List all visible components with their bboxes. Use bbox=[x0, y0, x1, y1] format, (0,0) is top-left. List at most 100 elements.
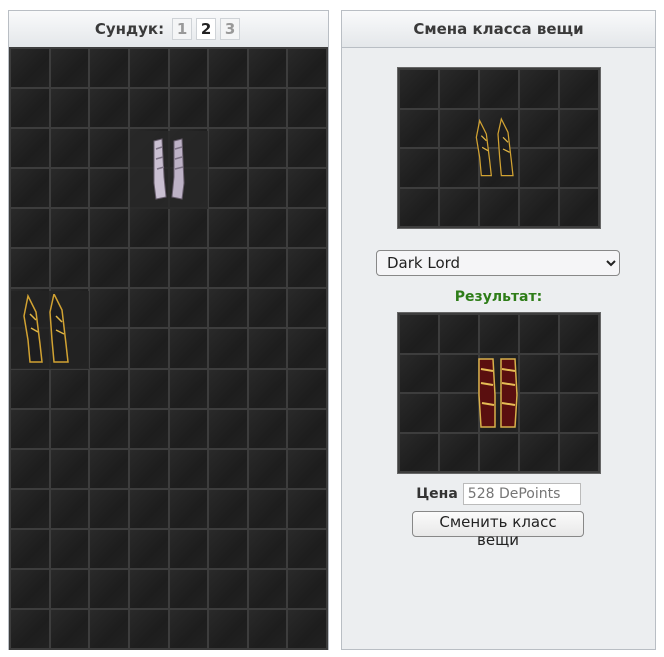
grid-cell bbox=[90, 289, 128, 328]
chest-page-2[interactable]: 2 bbox=[196, 18, 217, 40]
grid-cell bbox=[129, 369, 168, 408]
grid-cell bbox=[90, 169, 128, 208]
grid-cell bbox=[129, 569, 168, 608]
grid-cell bbox=[50, 569, 89, 608]
grid-cell bbox=[50, 249, 89, 288]
grid-cell bbox=[400, 149, 438, 187]
grid-cell bbox=[209, 489, 247, 528]
grid-cell bbox=[169, 409, 208, 448]
class-change-title: Смена класса вещи bbox=[342, 11, 655, 48]
grid-cell bbox=[90, 569, 128, 608]
grid-cell bbox=[129, 609, 168, 648]
grid-cell bbox=[90, 249, 128, 288]
grid-cell bbox=[11, 569, 49, 608]
grid-cell bbox=[248, 49, 287, 88]
grid-cell bbox=[169, 329, 208, 368]
grid-cell bbox=[11, 129, 49, 168]
grid-cell bbox=[209, 129, 247, 168]
grid-cell bbox=[90, 609, 128, 648]
grid-cell bbox=[90, 529, 128, 568]
grid-cell bbox=[169, 289, 208, 328]
grid-cell bbox=[169, 49, 208, 88]
grid-cell bbox=[520, 70, 558, 108]
grid-cell bbox=[50, 369, 89, 408]
grid-cell bbox=[11, 89, 49, 128]
red-gold-boots-icon bbox=[478, 358, 518, 428]
grid-cell bbox=[11, 249, 49, 288]
grid-cell bbox=[129, 89, 168, 128]
grid-cell bbox=[288, 249, 326, 288]
grid-cell bbox=[11, 609, 49, 648]
grid-cell bbox=[90, 49, 128, 88]
grid-cell bbox=[90, 369, 128, 408]
price-label: Цена bbox=[416, 486, 458, 502]
chest-title: Сундук: bbox=[94, 20, 165, 38]
source-item[interactable] bbox=[462, 111, 534, 187]
grid-cell bbox=[11, 49, 49, 88]
grid-cell bbox=[90, 329, 128, 368]
grid-cell bbox=[169, 609, 208, 648]
grid-cell bbox=[169, 569, 208, 608]
grid-cell bbox=[209, 529, 247, 568]
price-input[interactable] bbox=[462, 483, 581, 505]
grid-cell bbox=[90, 209, 128, 248]
grid-cell bbox=[50, 409, 89, 448]
grid-cell bbox=[209, 329, 247, 368]
grid-cell bbox=[129, 409, 168, 448]
grid-cell bbox=[248, 489, 287, 528]
grid-cell bbox=[248, 89, 287, 128]
grid-cell bbox=[480, 315, 518, 353]
result-item bbox=[468, 353, 528, 433]
grid-cell bbox=[11, 369, 49, 408]
grid-cell bbox=[129, 209, 168, 248]
grid-cell bbox=[209, 449, 247, 488]
grid-cell bbox=[209, 169, 247, 208]
chest-page-1[interactable]: 1 bbox=[172, 18, 193, 40]
grid-cell bbox=[520, 188, 558, 226]
grid-cell bbox=[248, 129, 287, 168]
grid-cell bbox=[400, 354, 438, 392]
grid-cell bbox=[248, 449, 287, 488]
grid-cell bbox=[440, 433, 478, 471]
grid-cell bbox=[169, 529, 208, 568]
change-class-button[interactable]: Сменить класс вещи bbox=[412, 511, 584, 549]
grid-cell bbox=[288, 89, 326, 128]
price-row: Цена bbox=[342, 483, 655, 505]
grid-cell bbox=[288, 329, 326, 368]
chest-page-3[interactable]: 3 bbox=[220, 18, 241, 40]
grid-cell bbox=[209, 409, 247, 448]
grid-cell bbox=[288, 289, 326, 328]
grid-cell bbox=[248, 369, 287, 408]
silver-boots-item[interactable] bbox=[130, 131, 208, 209]
grid-cell bbox=[169, 369, 208, 408]
grid-cell bbox=[288, 169, 326, 208]
grid-cell bbox=[400, 315, 438, 353]
grid-cell bbox=[288, 449, 326, 488]
grid-cell bbox=[50, 489, 89, 528]
grid-cell bbox=[11, 449, 49, 488]
grid-cell bbox=[209, 89, 247, 128]
dark-boots-item[interactable] bbox=[11, 291, 89, 369]
grid-cell bbox=[440, 188, 478, 226]
grid-cell bbox=[169, 89, 208, 128]
grid-cell bbox=[560, 109, 598, 147]
grid-cell bbox=[129, 449, 168, 488]
grid-cell bbox=[50, 129, 89, 168]
grid-cell bbox=[288, 609, 326, 648]
grid-cell bbox=[560, 188, 598, 226]
grid-cell bbox=[50, 529, 89, 568]
grid-cell bbox=[400, 394, 438, 432]
grid-cell bbox=[560, 394, 598, 432]
grid-cell bbox=[560, 354, 598, 392]
grid-cell bbox=[90, 129, 128, 168]
grid-cell bbox=[400, 433, 438, 471]
grid-cell bbox=[50, 49, 89, 88]
grid-cell bbox=[288, 569, 326, 608]
grid-cell bbox=[400, 70, 438, 108]
class-select[interactable]: Dark Lord bbox=[376, 250, 620, 276]
grid-cell bbox=[50, 609, 89, 648]
grid-cell bbox=[288, 529, 326, 568]
grid-cell bbox=[169, 489, 208, 528]
grid-cell bbox=[480, 70, 518, 108]
grid-cell bbox=[209, 569, 247, 608]
